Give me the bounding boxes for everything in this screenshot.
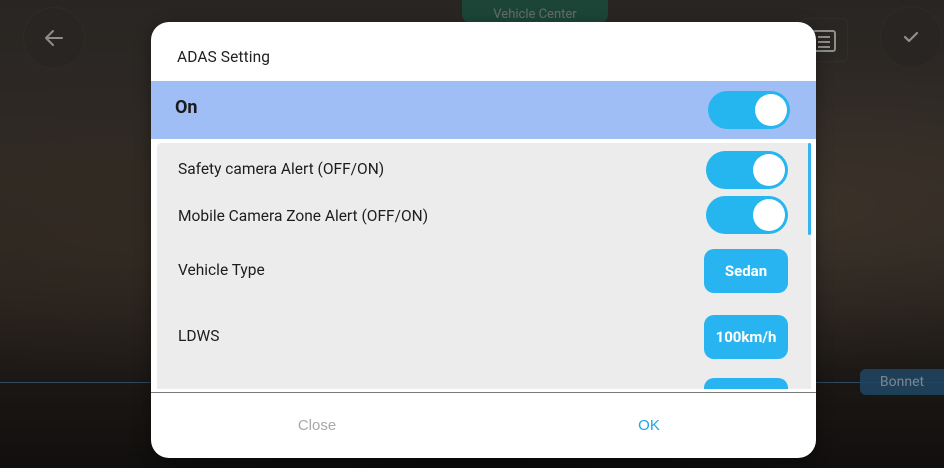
close-button[interactable]: Close bbox=[151, 393, 483, 458]
adas-setting-dialog: ADAS Setting On Safety camera Alert (OFF… bbox=[151, 22, 816, 458]
dialog-title: ADAS Setting bbox=[177, 48, 271, 66]
settings-list[interactable]: Safety camera Alert (OFF/ON) Mobile Came… bbox=[157, 143, 811, 389]
ok-button[interactable]: OK bbox=[483, 393, 815, 458]
mobile-camera-zone-alert-label: Mobile Camera Zone Alert (OFF/ON) bbox=[178, 207, 429, 225]
ldws-speed-button[interactable]: 100km/h bbox=[704, 315, 788, 359]
list-item: Mobile Camera Zone Alert (OFF/ON) bbox=[157, 193, 811, 241]
list-item: Safety camera Alert (OFF/ON) bbox=[157, 143, 811, 193]
safety-camera-alert-toggle[interactable] bbox=[706, 151, 788, 189]
master-toggle[interactable] bbox=[708, 91, 790, 129]
list-scrollbar[interactable] bbox=[808, 143, 811, 235]
list-item: LDWS 100km/h bbox=[157, 303, 811, 369]
vehicle-type-button[interactable]: Sedan bbox=[704, 249, 788, 293]
next-setting-button[interactable] bbox=[704, 378, 788, 389]
ldws-label: LDWS bbox=[178, 327, 220, 345]
master-toggle-row: On bbox=[151, 81, 816, 139]
safety-camera-alert-label: Safety camera Alert (OFF/ON) bbox=[178, 160, 385, 178]
toggle-knob bbox=[753, 199, 785, 231]
list-item bbox=[157, 369, 811, 389]
vehicle-type-label: Vehicle Type bbox=[178, 261, 265, 279]
toggle-knob bbox=[753, 154, 785, 186]
mobile-camera-zone-alert-toggle[interactable] bbox=[706, 196, 788, 234]
toggle-knob bbox=[755, 94, 787, 126]
list-item: Vehicle Type Sedan bbox=[157, 241, 811, 303]
master-toggle-label: On bbox=[175, 97, 198, 118]
